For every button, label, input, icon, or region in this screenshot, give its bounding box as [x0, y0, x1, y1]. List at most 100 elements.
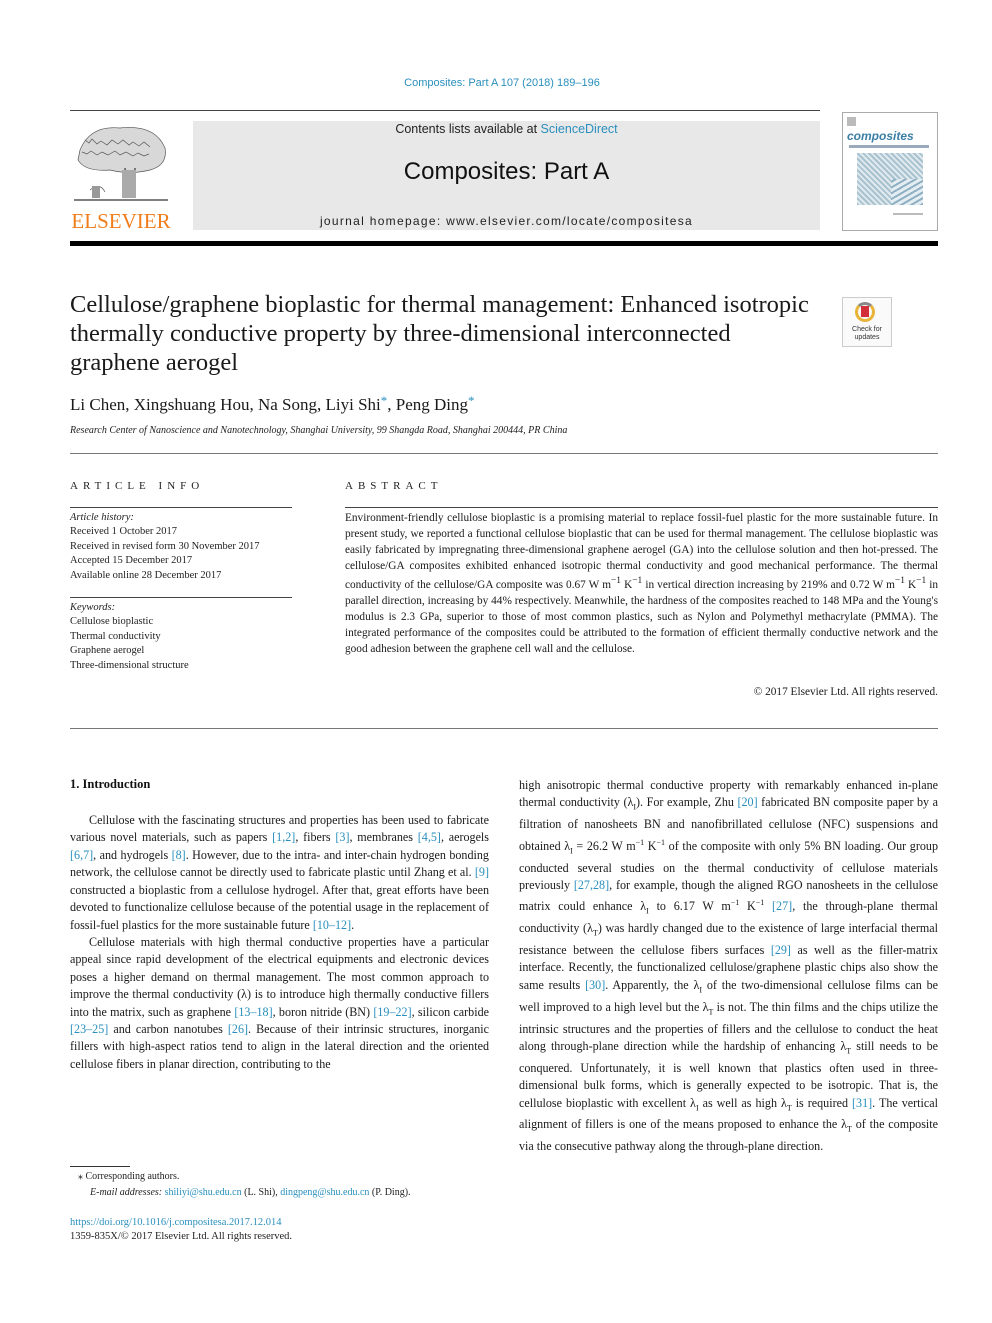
keyword-item: Three-dimensional structure	[70, 659, 189, 671]
citation-link[interactable]: [3]	[335, 830, 349, 844]
email-footnote: E-mail addresses: shiliyi@shu.edu.cn (L.…	[90, 1187, 411, 1198]
unit-exponent: −1	[916, 576, 927, 587]
abstract-heading: ABSTRACT	[345, 480, 443, 492]
abstract-text-part: in vertical direction increasing by 219%…	[642, 579, 895, 592]
abstract-copyright: © 2017 Elsevier Ltd. All rights reserved…	[753, 686, 938, 698]
corresponding-author-star-icon[interactable]: *	[381, 393, 388, 408]
subscript: T	[592, 928, 598, 938]
crossmark-label: Check for updates	[852, 326, 882, 341]
citation-link[interactable]: [13–18]	[234, 1005, 272, 1019]
keywords-label: Keywords:	[70, 602, 116, 613]
sciencedirect-link[interactable]: ScienceDirect	[541, 122, 618, 136]
unit-kelvin: K	[621, 579, 633, 592]
history-item: Available online 28 December 2017	[70, 569, 222, 581]
subscript: I	[695, 1103, 699, 1113]
unit-exponent: −1	[632, 576, 643, 587]
unit-kelvin: K	[904, 579, 917, 592]
superscript: −1	[656, 837, 666, 847]
section-divider	[70, 453, 938, 454]
abstract-body: Environment-friendly cellulose bioplasti…	[345, 511, 938, 657]
article-info-heading: ARTICLE INFO	[70, 480, 205, 492]
citation-link[interactable]: [30]	[585, 978, 605, 992]
unit-exponent: −1	[894, 576, 905, 587]
superscript: −1	[730, 898, 740, 908]
tree-icon	[74, 127, 168, 201]
author-name[interactable]: Li Chen	[70, 395, 125, 414]
cover-subtitle-bar	[849, 145, 929, 148]
issn-copyright: 1359-835X/© 2017 Elsevier Ltd. All right…	[70, 1231, 293, 1242]
keywords-rule	[70, 597, 292, 598]
history-item: Received in revised form 30 November 201…	[70, 540, 260, 552]
abstract-rule	[345, 507, 938, 508]
citation-link[interactable]: [27]	[772, 899, 792, 913]
unit-exponent: −1	[611, 576, 622, 587]
paragraph: high anisotropic thermal conductive prop…	[519, 778, 939, 1154]
footnote-rule	[70, 1166, 130, 1167]
subscript: T	[846, 1046, 852, 1056]
body-column-right: high anisotropic thermal conductive prop…	[519, 777, 938, 1156]
elsevier-wordmark: ELSEVIER	[71, 209, 171, 233]
author-name[interactable]: Xingshuang Hou	[134, 395, 250, 414]
citation-link[interactable]: [6,7]	[70, 848, 93, 862]
paragraph: Cellulose with the fascinating structure…	[70, 813, 490, 932]
article-info-rule	[70, 507, 292, 508]
header-thick-rule	[70, 241, 938, 246]
section-heading-introduction: 1. Introduction	[70, 777, 151, 791]
subscript: T	[708, 1007, 714, 1017]
crossmark-bookmark-icon	[861, 306, 869, 317]
article-history: Article history: Received 1 October 2017…	[70, 511, 310, 583]
doi-link[interactable]: https://doi.org/10.1016/j.compositesa.20…	[70, 1217, 282, 1228]
citation-link[interactable]: [19–22]	[373, 1005, 411, 1019]
email-owner: (P. Ding).	[369, 1187, 411, 1198]
email-label: E-mail addresses:	[90, 1187, 163, 1198]
subscript: I	[633, 802, 637, 812]
cover-image-detail	[891, 179, 923, 205]
superscript: −1	[635, 837, 645, 847]
citation-link[interactable]: [27,28]	[574, 878, 609, 892]
keyword-item: Thermal conductivity	[70, 630, 161, 642]
citation-link[interactable]: [26]	[228, 1022, 248, 1036]
superscript: −1	[755, 898, 765, 908]
article-title: Cellulose/graphene bioplastic for therma…	[70, 291, 809, 376]
homepage-url-link[interactable]: www.elsevier.com/locate/compositesa	[446, 214, 693, 228]
header-rule	[70, 110, 820, 111]
history-label: Article history:	[70, 512, 134, 523]
body-column-left: Cellulose with the fascinating structure…	[70, 812, 489, 1073]
citation-link[interactable]: [31]	[852, 1096, 872, 1110]
citation-link[interactable]: [10–12]	[313, 918, 351, 932]
journal-cover-thumbnail[interactable]: composites	[842, 112, 938, 231]
journal-name: Composites: Part A	[403, 158, 610, 185]
citation-link[interactable]: [1,2]	[272, 830, 295, 844]
citation-link[interactable]: [4,5]	[418, 830, 441, 844]
cover-title: composites	[847, 129, 914, 143]
section-divider	[70, 728, 938, 729]
affiliation: Research Center of Nanoscience and Nanot…	[70, 425, 568, 436]
citation-link[interactable]: [29]	[771, 943, 791, 957]
email-link[interactable]: shiliyi@shu.edu.cn	[165, 1187, 242, 1198]
email-link[interactable]: dingpeng@shu.edu.cn	[280, 1187, 369, 1198]
history-item: Accepted 15 December 2017	[70, 555, 193, 567]
corresponding-authors-note: ⁎ Corresponding authors.	[78, 1171, 180, 1182]
keyword-item: Cellulose bioplastic	[70, 616, 154, 628]
email-owner: (L. Shi),	[241, 1187, 281, 1198]
subscript: I	[699, 985, 703, 995]
journal-reference-link[interactable]: Composites: Part A 107 (2018) 189–196	[0, 77, 992, 89]
subscript: T	[786, 1103, 792, 1113]
homepage-prefix: journal homepage:	[319, 214, 447, 228]
citation-link[interactable]: [23–25]	[70, 1022, 108, 1036]
author-name[interactable]: Peng Ding	[396, 395, 468, 414]
citation-link[interactable]: [9]	[475, 865, 489, 879]
subscript: I	[570, 846, 573, 856]
subscript: T	[847, 1124, 852, 1134]
citation-link[interactable]: [8]	[172, 848, 186, 862]
check-for-updates-button[interactable]: Check for updates	[842, 297, 892, 347]
journal-homepage: journal homepage: www.elsevier.com/locat…	[193, 214, 820, 228]
contents-line: Contents lists available at ScienceDirec…	[193, 122, 820, 136]
paragraph: Cellulose materials with high thermal co…	[70, 934, 490, 1071]
author-name[interactable]: Liyi Shi	[325, 395, 380, 414]
author-list: Li Chen, Xingshuang Hou, Na Song, Liyi S…	[70, 393, 475, 414]
corresponding-author-star-icon[interactable]: *	[468, 393, 475, 408]
author-name[interactable]: Na Song	[258, 395, 317, 414]
citation-link[interactable]: [20]	[737, 795, 757, 809]
cover-footer	[893, 213, 923, 215]
